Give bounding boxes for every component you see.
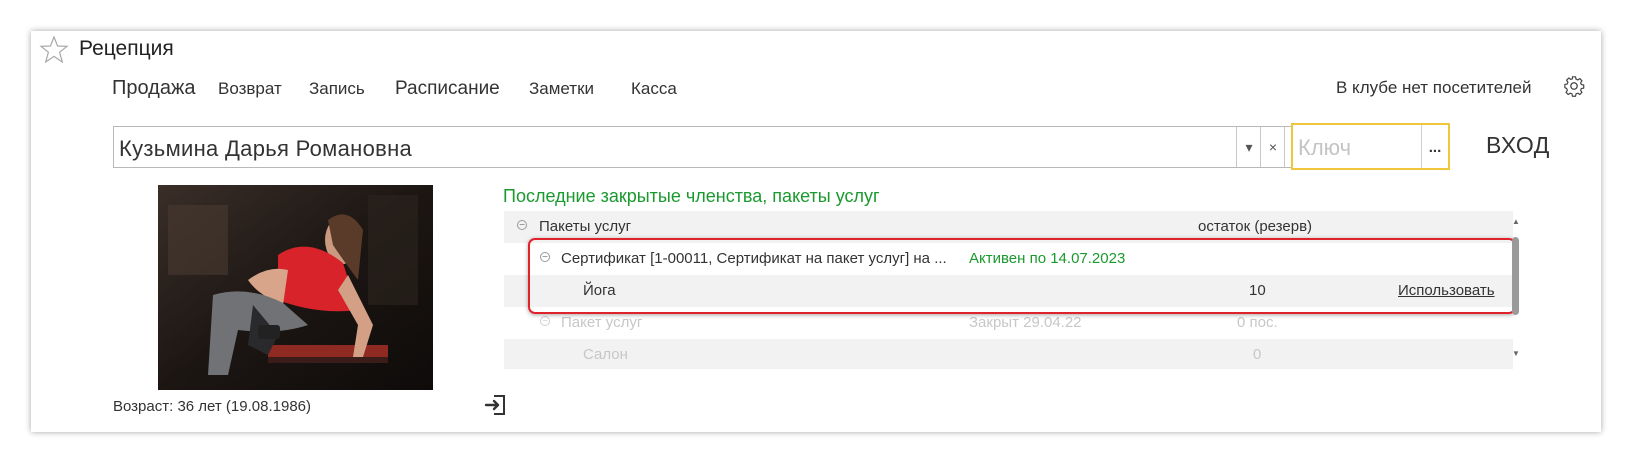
client-clear-button[interactable]: × [1260, 127, 1285, 167]
collapse-icon[interactable]: − [540, 316, 550, 327]
sign-in-icon[interactable] [484, 393, 508, 417]
nav-sale[interactable]: Продажа [112, 77, 195, 100]
row-remainder: 0 пос. [1237, 314, 1278, 331]
key-field[interactable]: Ключ ... [1291, 123, 1450, 170]
column-header-remainder: остаток (резерв) [1198, 218, 1313, 235]
client-field[interactable]: Кузьмина Дарья Романовна ▾ × ⧉ [113, 126, 1310, 168]
client-photo [158, 185, 433, 390]
visitors-status: В клубе нет посетителей [1336, 78, 1532, 97]
row-remainder: 0 [1253, 346, 1262, 363]
row-name: Салон [583, 346, 628, 363]
client-name: Кузьмина Дарья Романовна [119, 136, 413, 161]
scroll-up-icon[interactable]: ▲ [1512, 217, 1520, 226]
window-title: Рецепция [79, 37, 174, 60]
gear-icon[interactable] [1563, 75, 1585, 97]
row-name: Пакет услуг [561, 314, 643, 331]
reception-window: Рецепция Продажа Возврат Запись Расписан… [31, 31, 1601, 432]
scrollbar-thumb[interactable] [1512, 237, 1519, 315]
key-placeholder: Ключ [1298, 135, 1352, 160]
table-scrollbar[interactable]: ▲ ▼ [1511, 217, 1521, 367]
nav-booking[interactable]: Запись [309, 79, 365, 99]
nav-schedule[interactable]: Расписание [395, 78, 500, 100]
favorite-star-icon[interactable] [39, 35, 69, 65]
collapse-icon[interactable]: − [517, 220, 527, 231]
column-header-name: Пакеты услуг [539, 218, 632, 235]
memberships-section-title: Последние закрытые членства, пакеты услу… [503, 186, 880, 206]
row-status: Закрыт 29.04.22 [969, 314, 1082, 331]
client-dropdown-button[interactable]: ▾ [1236, 127, 1261, 167]
highlight-frame [528, 238, 1516, 314]
nav-cashbox[interactable]: Касса [631, 79, 677, 99]
key-select-button[interactable]: ... [1421, 125, 1448, 168]
table-row[interactable]: Салон 0 [504, 339, 1513, 369]
client-age: Возраст: 36 лет (19.08.1986) [113, 398, 311, 415]
nav-notes[interactable]: Заметки [529, 79, 594, 99]
enter-button[interactable]: ВХОД [1486, 132, 1550, 159]
scroll-down-icon[interactable]: ▼ [1512, 349, 1520, 358]
nav-return[interactable]: Возврат [218, 79, 282, 99]
